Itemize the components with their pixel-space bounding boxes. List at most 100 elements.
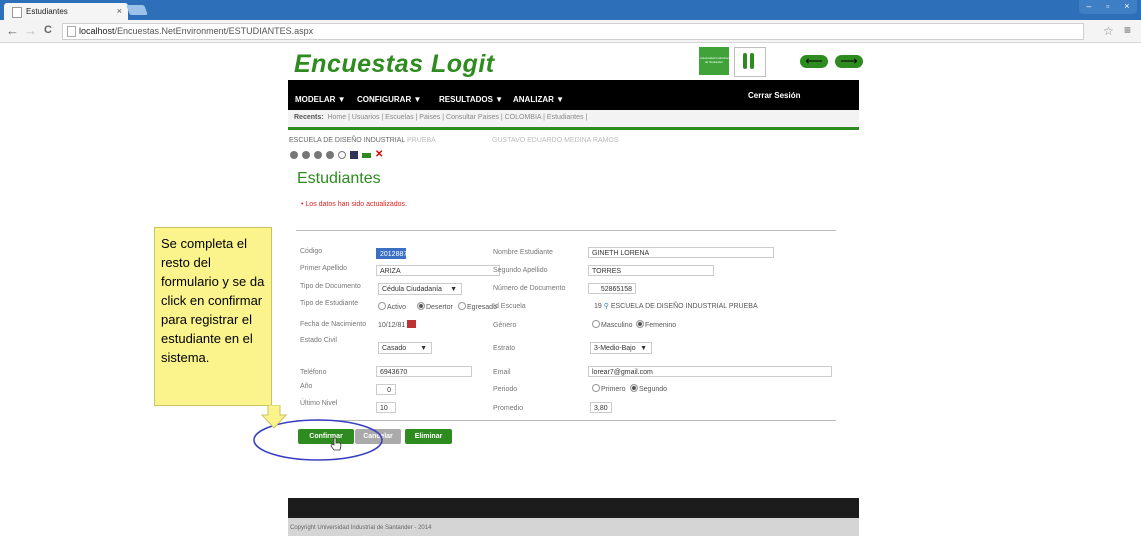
num-doc-label: Número de Documento: [493, 285, 566, 292]
estado-civil-select[interactable]: Casado ▼: [378, 342, 432, 354]
codigo-label: Código: [300, 248, 323, 255]
bookmark-star-icon[interactable]: ☆: [1103, 24, 1114, 38]
reload-icon[interactable]: C: [44, 24, 52, 36]
logout-link[interactable]: Cerrar Sesión: [748, 91, 800, 100]
back-record-icon[interactable]: [362, 153, 371, 158]
divider: [288, 127, 859, 130]
radio-icon: [592, 384, 600, 392]
radio-icon: [592, 320, 600, 328]
estrato-label: Estrato: [493, 345, 516, 352]
segundo-apellido-input[interactable]: TORRES: [588, 265, 714, 276]
record-toolbar: ✕: [290, 150, 383, 160]
primer-apellido-input[interactable]: ARIZA: [376, 265, 500, 276]
tipo-est-egresado[interactable]: Egresado: [458, 302, 497, 311]
tipo-est-desertor[interactable]: Desertor: [417, 302, 453, 311]
main-menu: MODELAR ▼ CONFIGURAR ▼ RESULTADOS ▼ ANAL…: [288, 80, 859, 110]
url-text: localhost/Encuestas.NetEnvironment/ESTUD…: [79, 26, 314, 36]
genero-femenino[interactable]: Femenino: [636, 320, 676, 329]
menu-configurar[interactable]: CONFIGURAR ▼: [357, 95, 421, 104]
chevron-down-icon: ▼: [420, 345, 427, 352]
prev-record-icon[interactable]: [302, 151, 310, 159]
footer-bar: [288, 498, 859, 518]
periodo-primero[interactable]: Primero: [592, 384, 626, 393]
menu-analizar[interactable]: ANALIZAR ▼: [513, 95, 564, 104]
page-icon: [67, 26, 76, 37]
tipo-est-activo[interactable]: Activo: [378, 302, 406, 311]
promedio-input[interactable]: 3,80: [590, 402, 612, 413]
copyright-text: Copyright Universidad Industrial de Sant…: [290, 525, 432, 531]
tipo-doc-select[interactable]: Cédula Ciudadanía ▼: [378, 283, 462, 295]
periodo-segundo[interactable]: Segundo: [630, 384, 667, 393]
id-escuela-value: 19 ⚲ ESCUELA DE DISEÑO INDUSTRIAL PRUEBA: [594, 303, 758, 310]
browser-tab[interactable]: Estudiantes ×: [4, 3, 128, 20]
estado-civil-label: Estado Civil: [300, 337, 337, 344]
email-input[interactable]: lorear7@gmail.com: [588, 366, 832, 377]
codigo-input[interactable]: 2012887: [376, 248, 407, 259]
maximize-icon[interactable]: ▫: [1106, 0, 1109, 14]
lookup-icon[interactable]: ⚲: [604, 303, 609, 310]
primer-apellido-label: Primer Apellido: [300, 265, 348, 272]
tab-title: Estudiantes: [26, 7, 68, 16]
ultimo-nivel-input[interactable]: 10: [376, 402, 396, 413]
browser-menu-icon[interactable]: ≡: [1124, 23, 1131, 37]
search-icon[interactable]: [338, 151, 346, 159]
save-icon[interactable]: [350, 151, 358, 159]
anio-input[interactable]: 0: [376, 384, 396, 395]
new-tab-button[interactable]: [126, 5, 148, 15]
num-doc-input[interactable]: 52865158: [588, 283, 636, 294]
genero-masculino[interactable]: Masculino: [592, 320, 633, 329]
forward-icon[interactable]: →: [24, 23, 37, 38]
recents-links[interactable]: Home | Usuarios | Escuelas | Paises | Co…: [327, 114, 587, 121]
next-record-icon[interactable]: [314, 151, 322, 159]
estrato-select[interactable]: 3-Medio-Bajo ▼: [590, 342, 652, 354]
menu-resultados[interactable]: RESULTADOS ▼: [439, 95, 503, 104]
ultimo-nivel-label: Último Nivel: [300, 400, 338, 407]
anio-label: Año: [300, 383, 313, 390]
tipo-est-label: Tipo de Estudiante: [300, 300, 359, 307]
promedio-label: Promedio: [493, 405, 523, 412]
divider: [296, 230, 836, 231]
chevron-down-icon: ▼: [450, 286, 457, 293]
footer: Copyright Universidad Industrial de Sant…: [288, 518, 859, 536]
instruction-callout: Se completa el resto del formulario y se…: [154, 227, 272, 406]
telefono-input[interactable]: 6943670: [376, 366, 472, 377]
hand-cursor-icon: [330, 437, 342, 451]
app-logo: Encuestas Logit: [294, 50, 495, 78]
context-school: ESCUELA DE DISEÑO INDUSTRIAL PRUEBA: [289, 137, 436, 144]
back-icon[interactable]: ←: [6, 23, 19, 38]
close-window-icon[interactable]: ×: [1124, 0, 1129, 14]
id-escuela-label: Id Escuela: [493, 303, 526, 310]
context-user: GUSTAVO EDUARDO MEDINA RAMOS: [492, 137, 619, 144]
minimize-icon[interactable]: –: [1086, 0, 1091, 14]
recents-label: Recents:: [294, 114, 324, 121]
segundo-apellido-label: Segundo Apellido: [493, 267, 548, 274]
recents-bar: Recents: Home | Usuarios | Escuelas | Pa…: [288, 110, 859, 127]
page-title: Estudiantes: [297, 170, 381, 187]
window-controls: – ▫ ×: [1079, 0, 1137, 14]
email-label: Email: [493, 369, 511, 376]
calendar-icon[interactable]: [407, 320, 417, 328]
last-record-icon[interactable]: [326, 151, 334, 159]
first-record-icon[interactable]: [290, 151, 298, 159]
back-arrow-button[interactable]: ⟵: [800, 55, 828, 68]
tipo-doc-label: Tipo de Documento: [300, 283, 361, 290]
fecha-value[interactable]: 10/12/81: [378, 320, 417, 329]
status-message: • Los datos han sido actualizados.: [301, 201, 407, 208]
callout-arrow-icon: [261, 405, 287, 429]
forward-arrow-button[interactable]: ⟶: [835, 55, 863, 68]
telefono-label: Teléfono: [300, 369, 327, 376]
delete-icon[interactable]: ✕: [375, 150, 383, 160]
url-input[interactable]: localhost/Encuestas.NetEnvironment/ESTUD…: [62, 23, 1084, 40]
menu-modelar[interactable]: MODELAR ▼: [295, 95, 346, 104]
fecha-label: Fecha de Nacimiento: [300, 321, 367, 328]
close-icon[interactable]: ×: [117, 6, 122, 16]
genero-label: Género: [493, 322, 517, 329]
nombre-label: Nombre Estudiante: [493, 249, 553, 256]
radio-selected-icon: [630, 384, 638, 392]
eliminar-button[interactable]: Eliminar: [405, 429, 452, 444]
uis-badge: Universidad Industrial de Santander: [699, 47, 729, 75]
radio-icon: [378, 302, 386, 310]
uis-logo: [734, 47, 766, 77]
chevron-down-icon: ▼: [640, 345, 647, 352]
nombre-input[interactable]: GINETH LORENA: [588, 247, 774, 258]
